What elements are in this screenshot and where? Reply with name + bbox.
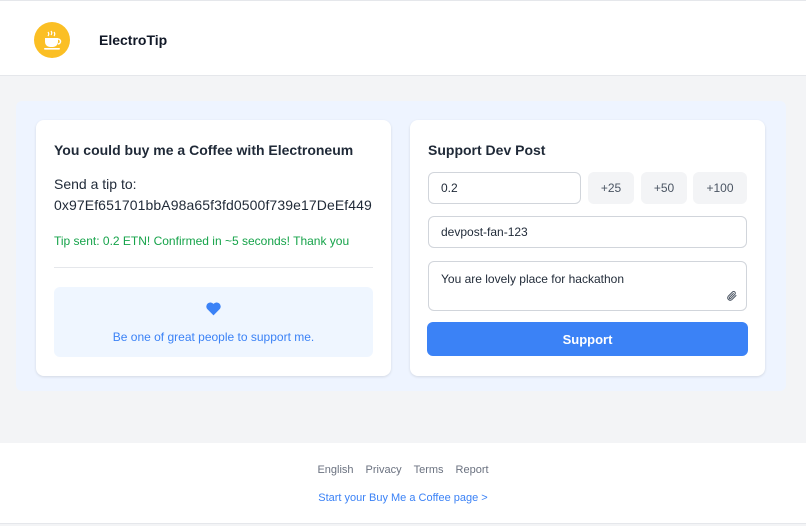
tip-info-card: You could buy me a Coffee with Electrone… — [36, 120, 391, 376]
support-title: Support Dev Post — [428, 142, 546, 158]
footer-link-terms[interactable]: Terms — [414, 464, 444, 476]
name-input[interactable]: devpost-fan-123 — [428, 216, 747, 248]
message-text: You are lovely place for hackathon — [441, 272, 625, 286]
brand-name[interactable]: ElectroTip — [99, 32, 167, 48]
divider — [54, 267, 373, 268]
preset-100-button[interactable]: +100 — [693, 172, 747, 204]
support-button[interactable]: Support — [427, 322, 748, 356]
message-textarea[interactable]: You are lovely place for hackathon — [428, 261, 747, 311]
footer-links: English Privacy Terms Report — [0, 464, 806, 476]
footer-link-report[interactable]: Report — [456, 464, 489, 476]
amount-input[interactable]: 0.2 — [428, 172, 581, 204]
footer-link-privacy[interactable]: Privacy — [366, 464, 402, 476]
footer: English Privacy Terms Report Start your … — [0, 443, 806, 524]
coffee-cup-icon[interactable] — [34, 22, 70, 58]
preset-25-button[interactable]: +25 — [588, 172, 634, 204]
paperclip-icon[interactable] — [726, 290, 738, 302]
tip-info-title: You could buy me a Coffee with Electrone… — [54, 142, 354, 158]
tip-status-message: Tip sent: 0.2 ETN! Confirmed in ~5 secon… — [54, 234, 350, 248]
support-card: Support Dev Post 0.2 +25 +50 +100 devpos… — [410, 120, 765, 376]
supporters-text: Be one of great people to support me. — [112, 330, 315, 344]
preset-50-button[interactable]: +50 — [641, 172, 687, 204]
footer-link-english[interactable]: English — [317, 464, 353, 476]
send-tip-label: Send a tip to: — [54, 176, 137, 192]
wallet-address: 0x97Ef651701bbA98a65f3fd0500f739e17DeEf4… — [54, 197, 372, 213]
supporters-box: Be one of great people to support me. — [54, 287, 373, 357]
start-page-link[interactable]: Start your Buy Me a Coffee page > — [0, 492, 806, 504]
header: ElectroTip — [0, 0, 806, 76]
heart-icon — [206, 302, 221, 316]
